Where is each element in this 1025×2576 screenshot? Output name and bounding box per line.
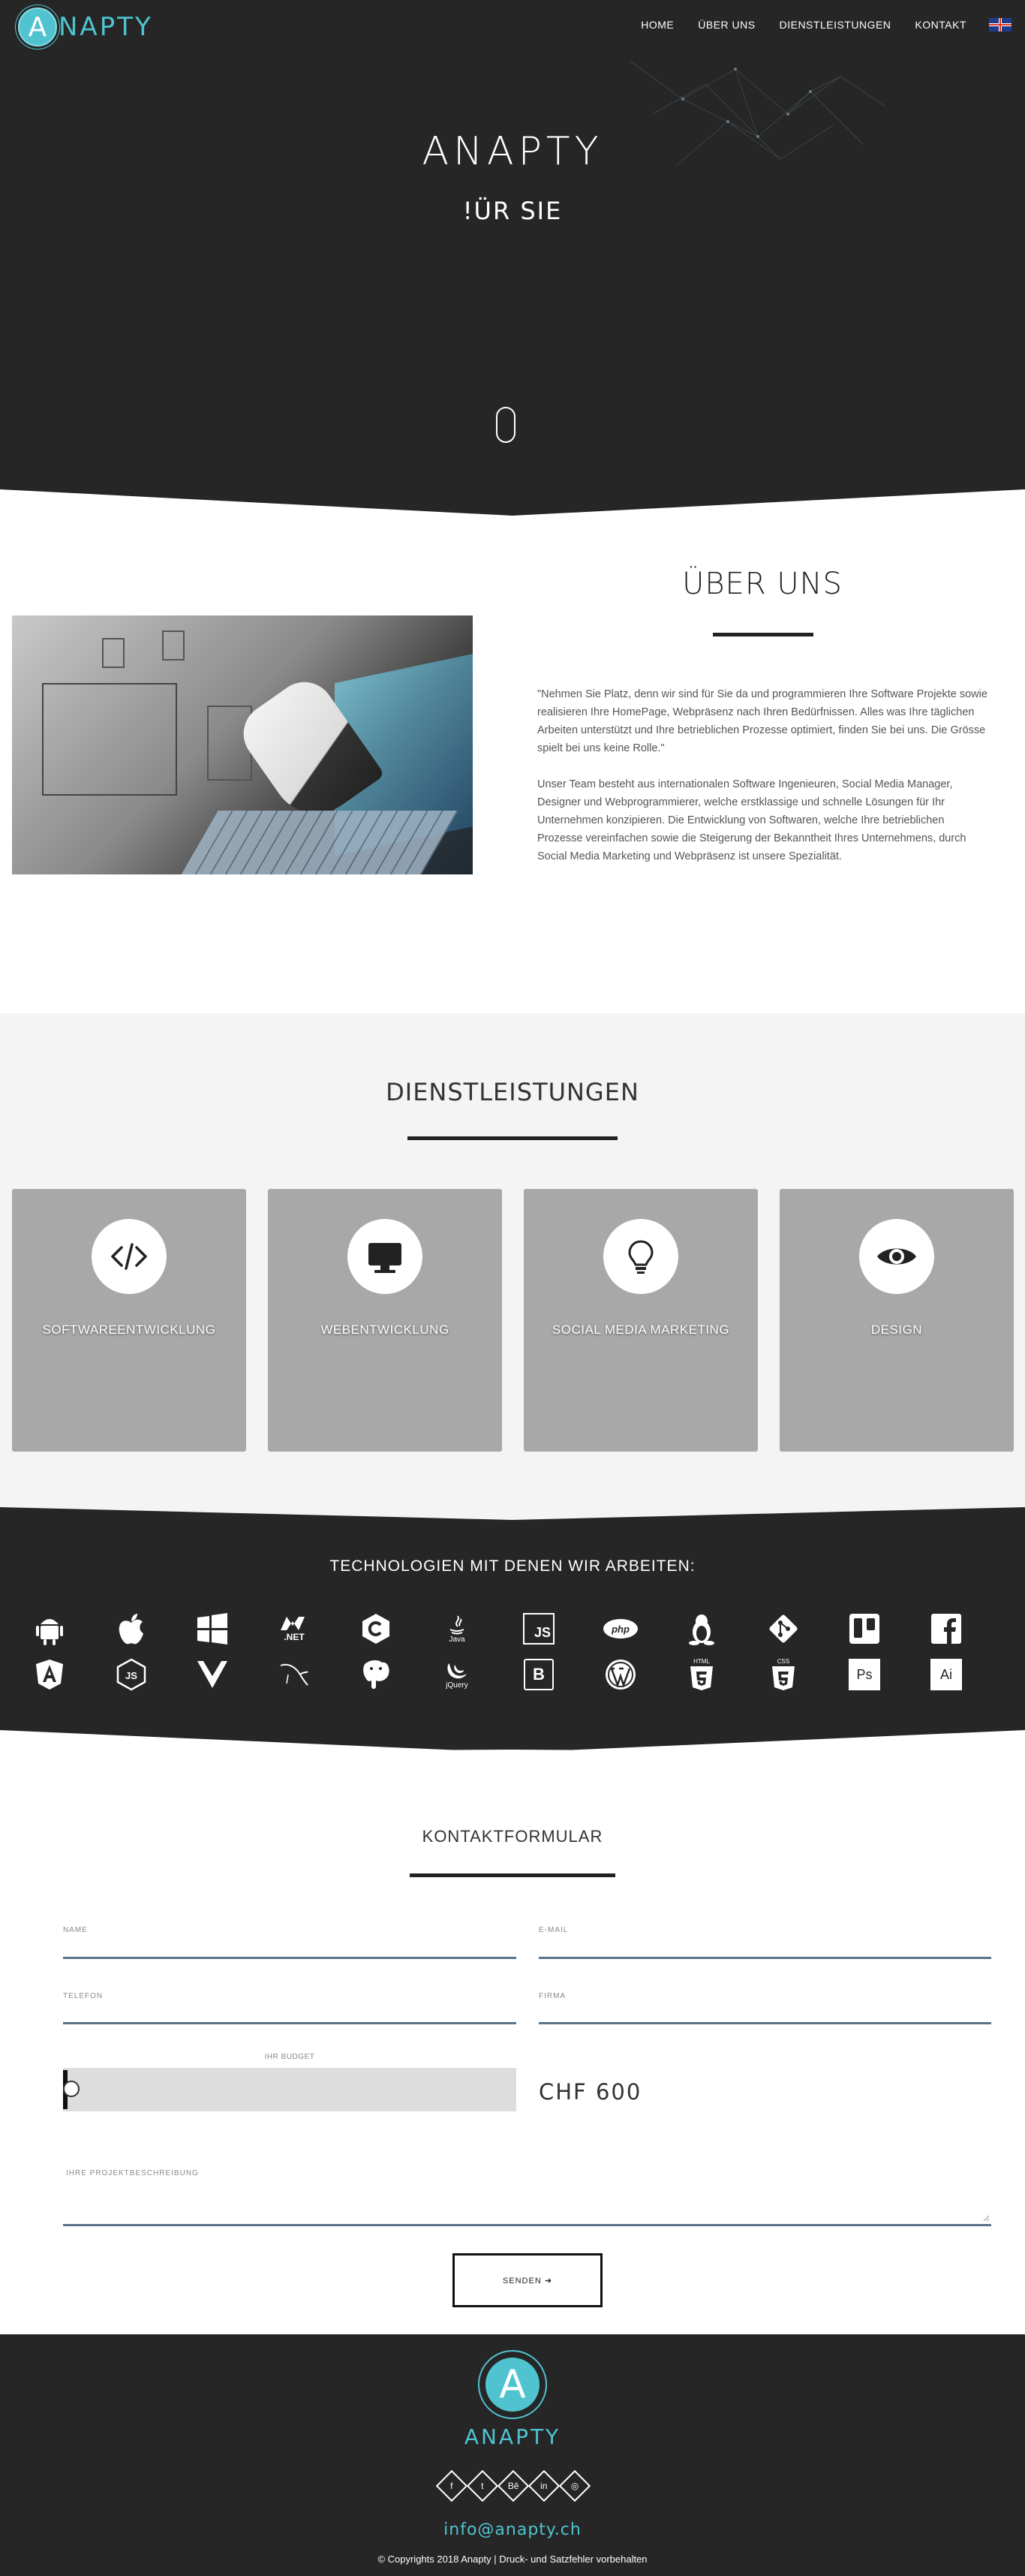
company-field-underline	[539, 2022, 991, 2024]
nodejs-icon: JS	[113, 1657, 149, 1693]
android-icon	[32, 1611, 68, 1647]
nav-ueber-uns[interactable]: ÜBER UNS	[698, 19, 755, 31]
top-navigation: A NAPTY HOME ÜBER UNS DIENSTLEISTUNGEN K…	[0, 0, 1025, 54]
description-underline	[63, 2224, 991, 2226]
name-label: NAME	[63, 1926, 88, 1934]
bootstrap-icon: B	[521, 1657, 557, 1693]
service-label: SOFTWAREENTWICKLUNG	[42, 1323, 216, 1337]
phone-field[interactable]	[63, 2003, 516, 2022]
tech-top-shape	[0, 1501, 1025, 1520]
photoshop-icon: Ps	[846, 1657, 882, 1693]
apple-icon	[113, 1611, 149, 1647]
budget-label: IHR BUDGET	[264, 2053, 315, 2061]
nav-kontakt[interactable]: KONTAKT	[915, 19, 966, 31]
contact-title: KONTAKTFORMULAR	[422, 1827, 603, 1846]
footer-email-link[interactable]: info@anapty.ch	[0, 2520, 1025, 2539]
description-label: IHRE PROJEKTBESCHREIBUNG	[66, 2169, 199, 2177]
description-textarea[interactable]	[63, 2180, 991, 2224]
uk-flag-icon[interactable]	[989, 18, 1011, 32]
html5-icon: HTML	[684, 1657, 720, 1693]
about-paragraph-1: "Nehmen Sie Platz, denn wir sind für Sie…	[537, 688, 987, 754]
css3-icon: CSS	[765, 1657, 801, 1693]
footer-copyright: © Copyrights 2018 Anapty | Druck- und Sa…	[377, 2553, 648, 2565]
nav-dienstleistungen[interactable]: DIENSTLEISTUNGEN	[780, 19, 891, 31]
logo[interactable]: A NAPTY	[18, 8, 153, 47]
name-field[interactable]	[63, 1937, 516, 1956]
nav-home[interactable]: HOME	[641, 19, 674, 31]
logo-mark: A	[18, 8, 57, 47]
phone-field-underline	[63, 2022, 516, 2024]
email-field[interactable]	[539, 1937, 991, 1956]
csharp-icon	[358, 1611, 394, 1647]
send-button[interactable]: SENDEN ➜	[452, 2253, 603, 2307]
company-label: FIRMA	[539, 1992, 567, 2000]
windows-icon	[194, 1611, 230, 1647]
footer-logo-letter: A	[485, 2358, 540, 2412]
service-card-software[interactable]: SOFTWAREENTWICKLUNG	[12, 1189, 246, 1452]
hero-bottom-shape	[0, 489, 1025, 519]
about-paragraph-2: Unser Team besteht aus internationalen S…	[537, 778, 966, 862]
service-label: WEBENTWICKLUNG	[320, 1323, 449, 1337]
hero-title: ANAPTY	[422, 129, 603, 174]
main-menu: HOME ÜBER UNS DIENSTLEISTUNGEN KONTAKT	[617, 18, 1011, 32]
linux-icon	[684, 1611, 720, 1647]
git-icon	[765, 1611, 801, 1647]
budget-value: CHF 600	[539, 2079, 642, 2105]
service-label: SOCIAL MEDIA MARKETING	[552, 1323, 730, 1337]
email-label: E-MAIL	[539, 1926, 569, 1934]
services-title: DIENSTLEISTUNGEN	[386, 1078, 639, 1106]
email-field-underline	[539, 1957, 991, 1959]
footer-logo-text: ANAPTY	[464, 2424, 561, 2449]
company-field[interactable]	[539, 2003, 991, 2022]
hero-subtitle: !ÜR SIE	[462, 197, 563, 225]
javascript-icon: JS	[521, 1611, 557, 1647]
footer-logo-mark[interactable]: A	[478, 2350, 547, 2419]
about-text: "Nehmen Sie Platz, denn wir sind für Sie…	[537, 685, 987, 883]
lightbulb-icon	[603, 1219, 678, 1294]
postgresql-icon	[358, 1657, 394, 1693]
service-card-web[interactable]: WEBENTWICKLUNG	[268, 1189, 502, 1452]
java-icon: Java	[439, 1611, 475, 1647]
monitor-icon	[347, 1219, 422, 1294]
resize-handle-icon[interactable]	[982, 2214, 990, 2222]
technologies-title: TECHNOLOGIEN MIT DENEN WIR ARBEITEN:	[329, 1557, 696, 1575]
service-card-design[interactable]: DESIGN	[780, 1189, 1014, 1452]
jquery-icon: jQuery	[439, 1657, 475, 1693]
mysql-icon	[276, 1657, 312, 1693]
service-label: DESIGN	[870, 1323, 923, 1337]
budget-slider-handle[interactable]	[63, 2081, 80, 2097]
contact-divider	[410, 1873, 615, 1877]
wordpress-icon	[603, 1657, 639, 1693]
eye-icon	[859, 1219, 934, 1294]
illustrator-icon: Ai	[928, 1657, 964, 1693]
vue-icon	[194, 1657, 230, 1693]
services-divider	[407, 1136, 618, 1140]
mouse-scroll-icon[interactable]	[496, 407, 516, 443]
about-divider	[713, 633, 813, 636]
php-icon: php	[603, 1611, 639, 1647]
logo-text: NAPTY	[59, 12, 153, 42]
service-card-social-media[interactable]: SOCIAL MEDIA MARKETING	[524, 1189, 758, 1452]
svg-text:JS: JS	[125, 1670, 137, 1681]
about-image	[12, 615, 473, 874]
tech-bottom-shape	[0, 1730, 1025, 1753]
phone-label: TELEFON	[63, 1992, 104, 2000]
trello-icon	[846, 1611, 882, 1647]
code-icon	[92, 1219, 167, 1294]
name-field-underline	[63, 1957, 516, 1959]
angular-icon	[32, 1657, 68, 1693]
facebook-icon	[928, 1611, 964, 1647]
about-title: ÜBER UNS	[682, 567, 843, 601]
budget-slider[interactable]	[63, 2068, 516, 2111]
dotnet-icon: .NET	[276, 1611, 312, 1647]
